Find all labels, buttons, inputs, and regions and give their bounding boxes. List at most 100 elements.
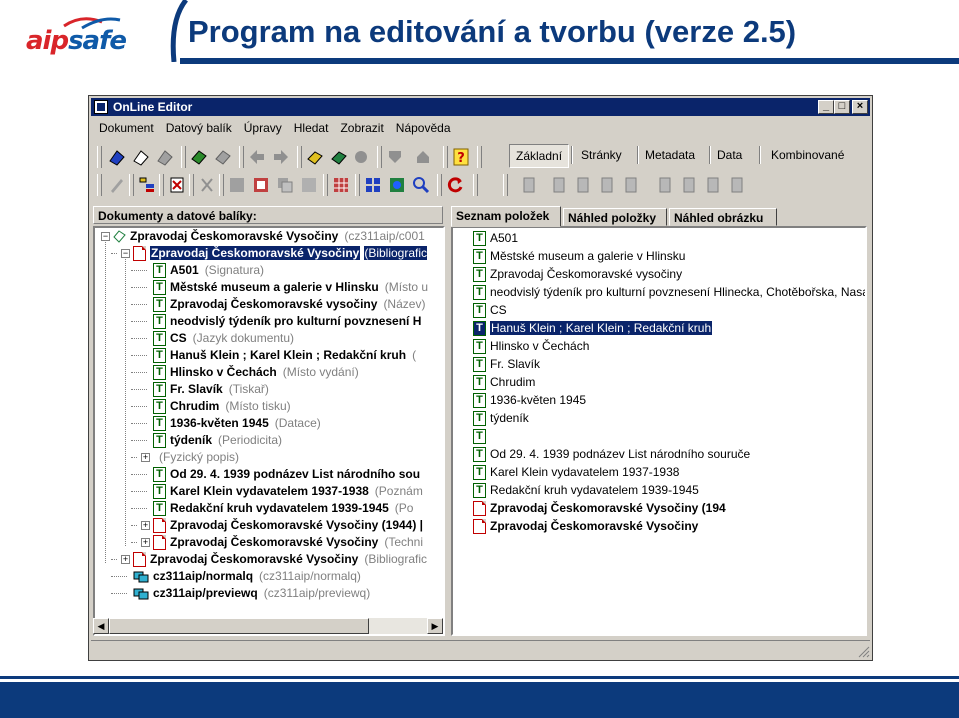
tree-item[interactable]: T Zpravodaj Českomoravské vysočiny (Název): [153, 296, 425, 313]
app-icon[interactable]: [94, 100, 108, 114]
tree-item[interactable]: cz311aip/normalq (cz311aip/normalq): [133, 568, 361, 585]
list-item[interactable]: T Redakční kruh vydavatelem 1939-1945: [473, 482, 699, 499]
expand-toggle-icon[interactable]: +: [141, 521, 150, 530]
list-item[interactable]: T CS: [473, 302, 507, 319]
list-item[interactable]: Zpravodaj Českomoravské Vysočiny (194: [473, 500, 726, 517]
view-tab-metadata[interactable]: Metadata: [639, 144, 701, 166]
menu-napoveda[interactable]: Nápověda: [390, 120, 457, 138]
up-arrow-icon[interactable]: [413, 147, 433, 167]
list-properties-icon[interactable]: [137, 175, 157, 195]
tree-item[interactable]: T Od 29. 4. 1939 podnázev List národního …: [153, 466, 420, 483]
tree-item[interactable]: T Chrudim (Místo tisku): [153, 398, 291, 415]
yellow-package-icon[interactable]: [305, 147, 325, 167]
list-item[interactable]: T: [473, 428, 490, 445]
tree-item[interactable]: Zpravodaj Českomoravské Vysočiny (1944) …: [153, 517, 423, 534]
tree-item[interactable]: Zpravodaj Českomoravské Vysočiny (Techni: [153, 534, 423, 551]
expand-toggle-icon[interactable]: +: [121, 555, 130, 564]
page-icon[interactable]: [597, 175, 617, 195]
list-item[interactable]: T A501: [473, 230, 518, 247]
tree-item[interactable]: Zpravodaj Českomoravské Vysočiny (cz311ai…: [113, 228, 425, 245]
toolbar-grip[interactable]: [97, 146, 102, 168]
grid-table-icon[interactable]: [331, 175, 351, 195]
list-item[interactable]: Tneodvislý týdeník pro kulturní povznese…: [473, 284, 865, 301]
tree-item[interactable]: Ttýdeník (Periodicita): [153, 432, 282, 449]
open-document-icon[interactable]: [131, 147, 151, 167]
tree-item[interactable]: (Fyzický popis): [153, 449, 239, 466]
resize-grip-icon[interactable]: [858, 646, 870, 658]
menu-zobrazit[interactable]: Zobrazit: [334, 120, 389, 138]
copy-icon[interactable]: [275, 175, 295, 195]
tree-item[interactable]: T 1936-květen 1945 (Datace): [153, 415, 321, 432]
tree-item[interactable]: T CS (Jazyk dokumentu): [153, 330, 294, 347]
list-item[interactable]: T 1936-květen 1945: [473, 392, 586, 409]
page-icon[interactable]: [621, 175, 641, 195]
page-icon[interactable]: [573, 175, 593, 195]
scroll-left-button[interactable]: ◀: [93, 618, 109, 634]
edit-pen-icon[interactable]: [107, 175, 127, 195]
menu-datovy-balik[interactable]: Datový balík: [160, 120, 238, 138]
list-item[interactable]: Ttýdeník: [473, 410, 529, 427]
import-icon[interactable]: [227, 175, 247, 195]
expand-toggle-icon[interactable]: +: [141, 453, 150, 462]
menu-hledat[interactable]: Hledat: [288, 120, 335, 138]
scroll-thumb[interactable]: [109, 618, 369, 634]
tree-item[interactable]: T Karel Klein vydavatelem 1937-1938 (Pozná…: [153, 483, 423, 500]
back-icon[interactable]: [247, 147, 267, 167]
tree-item[interactable]: T A501 (Signatura): [153, 262, 264, 279]
page-icon[interactable]: [549, 175, 569, 195]
maximize-button[interactable]: □: [834, 100, 850, 114]
expand-toggle-icon[interactable]: +: [141, 538, 150, 547]
gray-item-icon[interactable]: [351, 147, 371, 167]
tree-item[interactable]: T Redakční kruh vydavatelem 1939-1945 (Po: [153, 500, 413, 517]
view-tab-stranky[interactable]: Stránky: [575, 144, 628, 166]
export-icon[interactable]: [251, 175, 271, 195]
new-document-icon[interactable]: [107, 147, 127, 167]
list-item[interactable]: T Hanuš Klein ; Karel Klein ; Redakční kr…: [473, 320, 713, 337]
view-tab-kombinovane[interactable]: Kombinované: [765, 144, 850, 166]
close-document-icon[interactable]: [155, 147, 175, 167]
list-item[interactable]: T Městské museum a galerie v Hlinsku: [473, 248, 685, 265]
list-item[interactable]: T Hlinsko v Čechách: [473, 338, 589, 355]
image-view-icon[interactable]: [387, 175, 407, 195]
page-icon[interactable]: [703, 175, 723, 195]
tree-item[interactable]: Tneodvislý týdeník pro kulturní povznese…: [153, 313, 421, 330]
menu-upravy[interactable]: Úpravy: [238, 120, 288, 138]
delete-item-icon[interactable]: [167, 175, 187, 195]
view-tab-zakladni[interactable]: Základní: [509, 144, 570, 168]
new-package-icon[interactable]: [189, 147, 209, 167]
page-icon[interactable]: [655, 175, 675, 195]
page-icon[interactable]: [727, 175, 747, 195]
tree-item[interactable]: Zpravodaj Českomoravské Vysočiny (Bibliog…: [133, 551, 427, 568]
search-icon[interactable]: [411, 175, 431, 195]
documents-tree[interactable]: − Zpravodaj Českomoravské Vysočiny (cz311a…: [93, 226, 445, 636]
tree-horizontal-scrollbar[interactable]: ◀ ▶: [93, 618, 443, 634]
page-icon[interactable]: [519, 175, 539, 195]
paste-icon[interactable]: [299, 175, 319, 195]
minimize-button[interactable]: _: [818, 100, 834, 114]
close-button[interactable]: ×: [852, 100, 868, 114]
scroll-right-button[interactable]: ▶: [427, 618, 443, 634]
view-tab-data[interactable]: Data: [711, 144, 748, 166]
list-item[interactable]: T Fr. Slavík: [473, 356, 540, 373]
tree-item[interactable]: Zpravodaj Českomoravské Vysočiny (Bibliog…: [133, 245, 428, 262]
list-item[interactable]: T Chrudim: [473, 374, 535, 391]
list-item[interactable]: T Karel Klein vydavatelem 1937-1938: [473, 464, 679, 481]
forward-icon[interactable]: [271, 147, 291, 167]
list-item[interactable]: T Od 29. 4. 1939 podnázev List národního …: [473, 446, 750, 463]
page-icon[interactable]: [679, 175, 699, 195]
tab-nahled-polozky[interactable]: Náhled položky: [563, 208, 667, 226]
menu-dokument[interactable]: Dokument: [93, 120, 160, 138]
tree-item[interactable]: T Hanuš Klein ; Karel Klein ; Redakční kr…: [153, 347, 416, 364]
list-item[interactable]: Zpravodaj Českomoravské Vysočiny: [473, 518, 698, 535]
package-gray-icon[interactable]: [213, 147, 233, 167]
tab-nahled-obrazku[interactable]: Náhled obrázku: [669, 208, 777, 226]
down-arrow-icon[interactable]: [385, 147, 405, 167]
refresh-icon[interactable]: [445, 175, 465, 195]
window-titlebar[interactable]: OnLine Editor _ □ ×: [91, 98, 870, 116]
toolbar-grip[interactable]: [97, 174, 102, 196]
list-item[interactable]: T Zpravodaj Českomoravské vysočiny: [473, 266, 682, 283]
cut-icon[interactable]: [197, 175, 217, 195]
tree-item[interactable]: T Hlinsko v Čechách (Místo vydání): [153, 364, 359, 381]
tree-item[interactable]: cz311aip/previewq (cz311aip/previewq): [133, 585, 370, 602]
green-package-icon[interactable]: [329, 147, 349, 167]
